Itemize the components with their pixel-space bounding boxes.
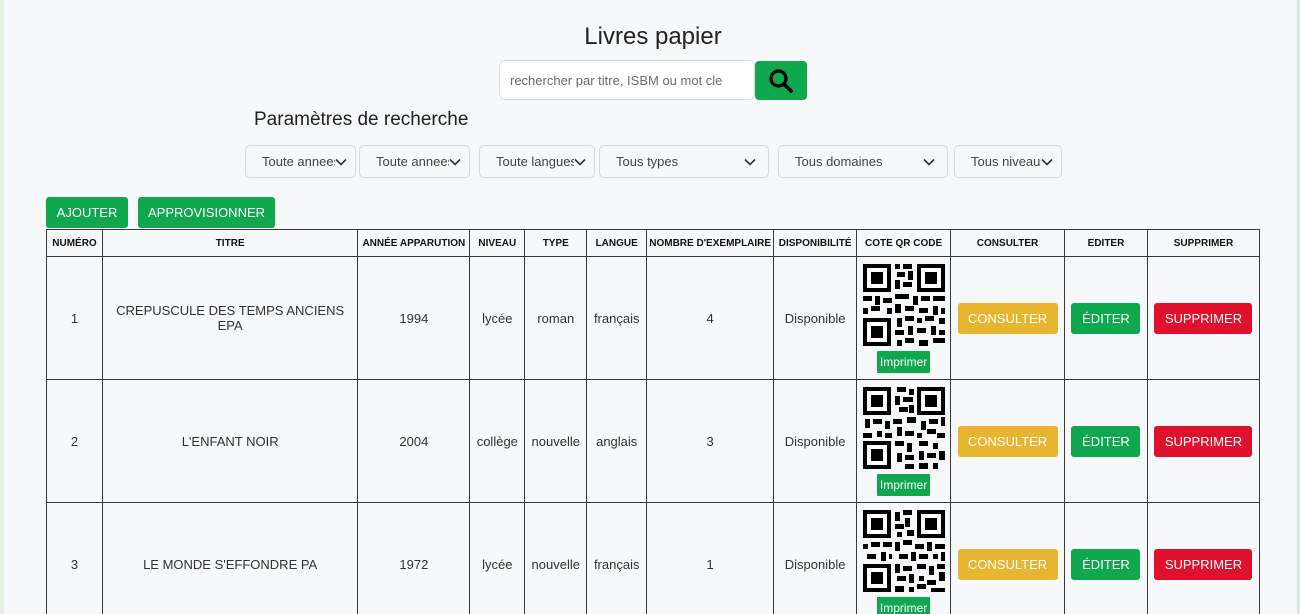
cell-year: 1972 xyxy=(357,502,471,614)
print-button[interactable]: Imprimer xyxy=(876,473,931,496)
cell-delete: SUPPRIMER xyxy=(1146,379,1261,503)
cell-level: lycée xyxy=(469,256,526,380)
filter-label: Tous domaines xyxy=(795,154,883,169)
chevron-down-icon xyxy=(449,158,461,166)
search-icon xyxy=(769,68,793,93)
search-params-title: Paramètres de recherche xyxy=(254,109,469,130)
cell-language: anglais xyxy=(586,379,648,503)
cell-type: nouvelle xyxy=(524,502,588,614)
delete-button[interactable]: SUPPRIMER xyxy=(1154,425,1253,457)
cell-number: 3 xyxy=(46,502,103,614)
filter-language[interactable]: Toute langues xyxy=(479,145,595,178)
cell-number: 2 xyxy=(46,379,103,503)
table-row: 3 LE MONDE S'EFFONDRE PA 1972 lycée nouv… xyxy=(46,502,1261,614)
filter-year-end[interactable]: Toute annees xyxy=(359,145,470,178)
cell-qr: Imprimer xyxy=(856,502,952,614)
column-header: NOMBRE D'EXEMPLAIRE xyxy=(646,229,775,257)
cell-delete: SUPPRIMER xyxy=(1146,256,1261,380)
cell-edit: ÉDITER xyxy=(1064,502,1148,614)
column-header: SUPPRIMER xyxy=(1146,229,1261,257)
print-button[interactable]: Imprimer xyxy=(876,350,931,373)
cell-availability: Disponible xyxy=(773,502,858,614)
cell-title: CREPUSCULE DES TEMPS ANCIENS EPA xyxy=(101,256,359,380)
cell-title: LE MONDE S'EFFONDRE PA xyxy=(101,502,359,614)
filter-label: Toute annees xyxy=(376,154,449,169)
cell-consult: CONSULTER xyxy=(950,379,1066,503)
column-header: COTE QR CODE xyxy=(856,229,952,257)
cell-level: collège xyxy=(469,379,526,503)
cell-language: français xyxy=(586,256,648,380)
filter-domain[interactable]: Tous domaines xyxy=(778,145,948,178)
cell-edit: ÉDITER xyxy=(1064,256,1148,380)
consult-button[interactable]: CONSULTER xyxy=(957,548,1058,580)
cell-year: 2004 xyxy=(357,379,471,503)
filter-level[interactable]: Tous niveaux xyxy=(954,145,1062,178)
table-row: 1 CREPUSCULE DES TEMPS ANCIENS EPA 1994 … xyxy=(46,256,1261,380)
cell-copies: 3 xyxy=(646,379,775,503)
column-header: EDITER xyxy=(1064,229,1148,257)
supply-button[interactable]: APPROVISIONNER xyxy=(138,197,275,228)
chevron-down-icon xyxy=(1041,158,1053,166)
column-header: DISPONIBILITÉ xyxy=(773,229,858,257)
column-header: LANGUE xyxy=(586,229,648,257)
cell-year: 1994 xyxy=(357,256,471,380)
page-title: Livres papier xyxy=(584,23,722,50)
column-header: TITRE xyxy=(101,229,359,257)
filter-year-start[interactable]: Toute annees xyxy=(245,145,356,178)
add-button[interactable]: AJOUTER xyxy=(46,197,128,228)
books-table: NUMÉRO TITRE ANNÉE APPARUTION NIVEAU TYP… xyxy=(46,229,1261,614)
table-row: 2 L'ENFANT NOIR 2004 collège nouvelle an… xyxy=(46,379,1261,503)
column-header: NIVEAU xyxy=(469,229,526,257)
cell-type: roman xyxy=(524,256,588,380)
cell-availability: Disponible xyxy=(773,379,858,503)
chevron-down-icon xyxy=(574,158,586,166)
left-border xyxy=(0,0,4,614)
cell-type: nouvelle xyxy=(524,379,588,503)
cell-consult: CONSULTER xyxy=(950,256,1066,380)
delete-button[interactable]: SUPPRIMER xyxy=(1154,548,1253,580)
consult-button[interactable]: CONSULTER xyxy=(957,425,1058,457)
cell-copies: 1 xyxy=(646,502,775,614)
qr-code-icon xyxy=(862,263,945,346)
column-header: CONSULTER xyxy=(950,229,1066,257)
filter-label: Tous types xyxy=(616,154,679,169)
cell-edit: ÉDITER xyxy=(1064,379,1148,503)
delete-button[interactable]: SUPPRIMER xyxy=(1154,302,1253,334)
filter-label: Toute langues xyxy=(496,154,574,169)
chevron-down-icon xyxy=(335,158,347,166)
search-input[interactable] xyxy=(499,60,755,100)
column-header: NUMÉRO xyxy=(46,229,103,257)
filter-label: Toute annees xyxy=(262,154,335,169)
cell-qr: Imprimer xyxy=(856,256,952,380)
cell-language: français xyxy=(586,502,648,614)
cell-delete: SUPPRIMER xyxy=(1146,502,1261,614)
filter-label: Tous niveaux xyxy=(971,154,1041,169)
edit-button[interactable]: ÉDITER xyxy=(1071,302,1141,334)
table-header-row: NUMÉRO TITRE ANNÉE APPARUTION NIVEAU TYP… xyxy=(46,229,1261,257)
cell-availability: Disponible xyxy=(773,256,858,380)
edit-button[interactable]: ÉDITER xyxy=(1071,425,1141,457)
cell-level: lycée xyxy=(469,502,526,614)
search-button[interactable] xyxy=(755,61,807,100)
edit-button[interactable]: ÉDITER xyxy=(1071,548,1141,580)
chevron-down-icon xyxy=(923,158,935,166)
qr-code-icon xyxy=(862,386,945,469)
print-button[interactable]: Imprimer xyxy=(876,596,931,614)
qr-code-icon xyxy=(862,509,945,592)
cell-title: L'ENFANT NOIR xyxy=(101,379,359,503)
chevron-down-icon xyxy=(744,158,756,166)
cell-consult: CONSULTER xyxy=(950,502,1066,614)
cell-number: 1 xyxy=(46,256,103,380)
cell-qr: Imprimer xyxy=(856,379,952,503)
filter-type[interactable]: Tous types xyxy=(599,145,769,178)
consult-button[interactable]: CONSULTER xyxy=(957,302,1058,334)
column-header: ANNÉE APPARUTION xyxy=(357,229,471,257)
cell-copies: 4 xyxy=(646,256,775,380)
column-header: TYPE xyxy=(524,229,588,257)
